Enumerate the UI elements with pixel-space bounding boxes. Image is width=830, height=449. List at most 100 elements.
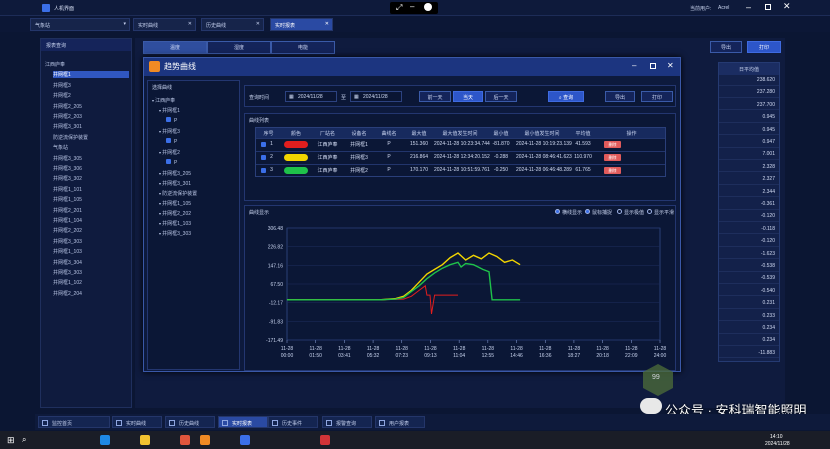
curve-tree-item[interactable]: ▾ 井网框1 [159, 107, 180, 114]
app-icon[interactable] [180, 435, 190, 445]
windows-start-icon[interactable]: ⊞ [7, 435, 15, 446]
tab-icon [169, 420, 175, 426]
curve-tree-item[interactable]: ▾ 井网框3_303 [159, 230, 191, 237]
curve-tree-item[interactable]: ▾ 井网框3_205 [159, 170, 191, 177]
color-swatch[interactable] [284, 141, 308, 148]
option-radio[interactable] [555, 209, 560, 214]
tree-item[interactable]: 井网框1_103 [53, 248, 82, 255]
curve-tree-item[interactable]: ▾ 防逆流保护装置 [159, 190, 197, 197]
tree-item[interactable]: 井网框3 [53, 82, 71, 89]
close-icon[interactable]: ✕ [667, 61, 674, 70]
curve-tree-item[interactable]: ▾ 井网框3_301 [159, 180, 191, 187]
tree-item[interactable]: 井网框3_301 [53, 123, 82, 130]
tab-realtime-report[interactable]: 实时报表 ✕ [270, 18, 333, 31]
remote-toolbar[interactable]: ⤢ – [390, 2, 438, 14]
maximize-icon[interactable] [765, 4, 771, 10]
start-date-input[interactable]: ▦ 2024/11/28 [285, 91, 337, 102]
bottom-tab[interactable]: 历史事件 [268, 416, 318, 428]
bottom-tab[interactable]: 历史曲线 [165, 416, 215, 428]
checkbox[interactable] [166, 138, 171, 143]
delete-button[interactable]: 删除 [604, 141, 621, 148]
tab-history-curve[interactable]: 历史曲线 ✕ [201, 18, 264, 31]
search-button[interactable]: ⌕ 查询 [548, 91, 584, 102]
app-icon[interactable] [320, 435, 330, 445]
tree-item[interactable]: 江西庐奉 [45, 61, 65, 68]
tree-item[interactable]: 气象站 [53, 144, 68, 151]
next-day-button[interactable]: 后一天 [485, 91, 517, 102]
tree-item[interactable]: 井网框3_305 [53, 155, 82, 162]
previous-day-button[interactable]: 前一天 [419, 91, 451, 102]
bottom-tab[interactable]: 实时曲线 [112, 416, 162, 428]
tree-item[interactable]: 井网框2 [53, 92, 71, 99]
curve-tree-item[interactable]: P [166, 117, 177, 124]
app-icon[interactable] [200, 435, 210, 445]
tree-item[interactable]: 井网框1 [53, 71, 129, 79]
tree-item[interactable]: 井网框3_303 [53, 238, 82, 245]
close-tab-icon[interactable]: ✕ [256, 21, 260, 27]
tree-item[interactable]: 井网框2_203 [53, 113, 82, 120]
chevron-down-icon[interactable]: ▾ [123, 21, 126, 27]
tree-item[interactable]: 井网框1_102 [53, 279, 82, 286]
maximize-icon[interactable] [650, 63, 656, 69]
option-radio[interactable] [647, 209, 652, 214]
tree-item[interactable]: 井网框3_306 [53, 165, 82, 172]
trend-chart[interactable]: 306.48 226.82 147.16 67.50 -12.17 -91.83 -171.… [245, 220, 675, 370]
curve-tree-item[interactable]: ▾ 江西庐奉 [152, 97, 175, 104]
tab-realtime-curve[interactable]: 实时曲线 ✕ [133, 18, 196, 31]
bottom-tab[interactable]: 监控首页 [38, 416, 110, 428]
tree-item[interactable]: 井网框3_304 [53, 259, 82, 266]
tree-item[interactable]: 井网框1_104 [53, 217, 82, 224]
subtab-humidity[interactable]: 湿度 [207, 41, 271, 54]
tab-station[interactable]: 气象站 ▾ [30, 18, 130, 31]
print-button[interactable]: 打印 [747, 41, 781, 53]
tree-item[interactable]: 防逆流保护装置 [53, 134, 88, 141]
close-tab-icon[interactable]: ✕ [188, 21, 192, 27]
curve-tree-item[interactable]: ▾ 井网框3 [159, 128, 180, 135]
tree-item[interactable]: 井网框2_201 [53, 207, 82, 214]
color-swatch[interactable] [284, 154, 308, 161]
close-remote-icon[interactable] [424, 3, 432, 11]
tree-item[interactable]: 井网框3_302 [53, 175, 82, 182]
curve-tree-item[interactable]: P [166, 138, 177, 145]
delete-button[interactable]: 删除 [604, 167, 621, 174]
option-radio[interactable] [585, 209, 590, 214]
export-button[interactable]: 导出 [710, 41, 742, 53]
curve-tree-item[interactable]: ▾ 井网框1_105 [159, 200, 191, 207]
edge-icon[interactable] [100, 435, 110, 445]
tree-item[interactable]: 井网框2_202 [53, 227, 82, 234]
dialog-print-button[interactable]: 打印 [641, 91, 673, 102]
color-swatch[interactable] [284, 167, 308, 174]
minimize-remote-icon[interactable]: – [410, 2, 414, 11]
pin-icon[interactable]: ⤢ [396, 3, 402, 13]
option-radio[interactable] [617, 209, 622, 214]
bottom-tab[interactable]: 实时报表 [218, 416, 268, 428]
minimize-icon[interactable]: – [632, 61, 636, 70]
subtab-temperature[interactable]: 温度 [143, 41, 207, 54]
curve-tree-item[interactable]: P [166, 159, 177, 166]
close-tab-icon[interactable]: ✕ [325, 21, 329, 27]
curve-tree-item[interactable]: ▾ 井网框2 [159, 149, 180, 156]
curve-list-title: 曲线列表 [249, 118, 270, 124]
tree-item[interactable]: 井网框3_303 [53, 269, 82, 276]
tree-item[interactable]: 井网框1_105 [53, 196, 82, 203]
tree-item[interactable]: 井网框2_204 [53, 290, 82, 297]
curve-tree-item[interactable]: ▾ 井网框2_202 [159, 210, 191, 217]
explorer-icon[interactable] [140, 435, 150, 445]
app-icon[interactable] [240, 435, 250, 445]
end-date-input[interactable]: ▦ 2024/11/28 [350, 91, 402, 102]
tree-item[interactable]: 井网框2_205 [53, 103, 82, 110]
bottom-tab[interactable]: 用户报表 [375, 416, 425, 428]
subtab-energy[interactable]: 电能 [271, 41, 335, 54]
curve-tree-item[interactable]: ▾ 井网框1_103 [159, 220, 191, 227]
search-icon[interactable]: ⌕ [22, 435, 26, 445]
tree-item[interactable]: 井网框1_101 [53, 186, 82, 193]
y-tick-label: 67.50 [270, 282, 283, 288]
dialog-export-button[interactable]: 导出 [605, 91, 635, 102]
checkbox[interactable] [166, 117, 171, 122]
today-button[interactable]: 当天 [453, 91, 483, 102]
minimize-icon[interactable]: – [746, 2, 751, 12]
bottom-tab[interactable]: 报警查询 [322, 416, 372, 428]
checkbox[interactable] [166, 159, 171, 164]
delete-button[interactable]: 删除 [604, 154, 621, 161]
close-icon[interactable]: ✕ [783, 1, 791, 12]
